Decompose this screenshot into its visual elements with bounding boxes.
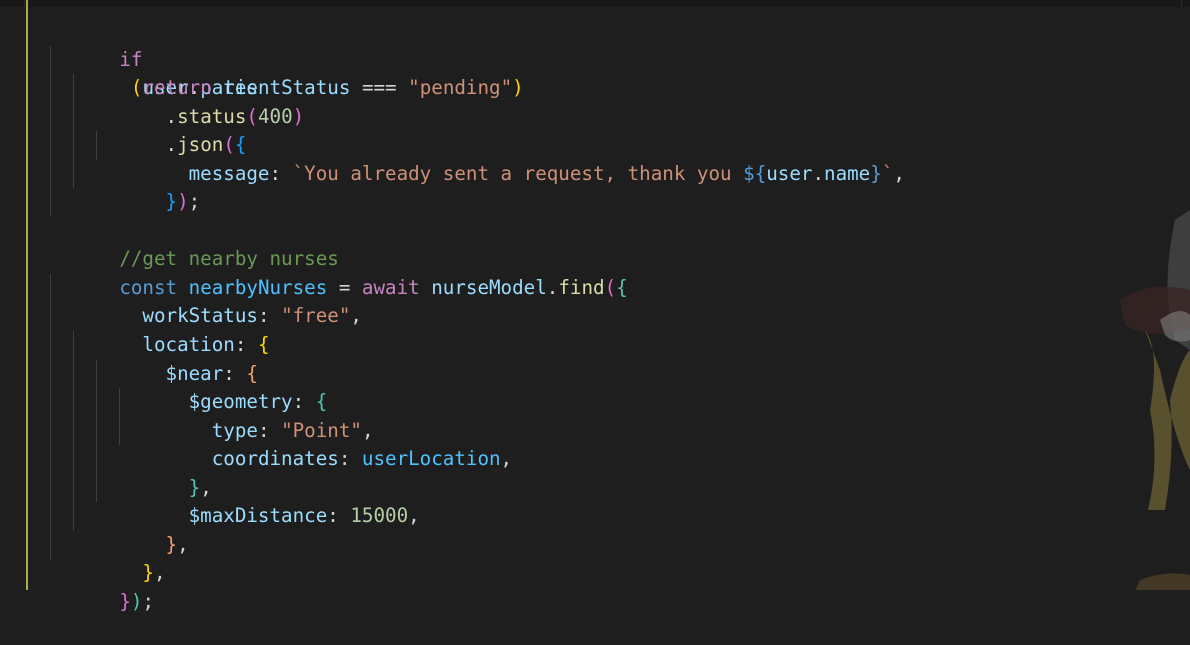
code-line[interactable]: .status(400) xyxy=(50,74,905,128)
code-line[interactable]: }); xyxy=(50,559,905,613)
code-line[interactable]: //get nearby nurses xyxy=(50,217,905,270)
code-area[interactable]: if (user.patientStatus === "pending") re… xyxy=(50,17,905,613)
code-line[interactable]: const nearbyNurses = await nurseModel.fi… xyxy=(50,245,905,299)
code-line[interactable]: }, xyxy=(50,445,905,499)
code-line[interactable]: workStatus: "free", xyxy=(50,273,905,327)
code-editor[interactable]: if (user.patientStatus === "pending") re… xyxy=(0,0,1190,613)
code-line[interactable]: $maxDistance: 15000, xyxy=(50,473,905,527)
code-line[interactable]: message: `You already sent a request, th… xyxy=(50,131,905,185)
code-line[interactable]: if (user.patientStatus === "pending") xyxy=(50,17,905,100)
git-change-gutter-marker xyxy=(26,0,28,590)
code-line[interactable]: }, xyxy=(50,530,905,584)
code-line[interactable]: .json({ xyxy=(50,102,905,156)
code-line[interactable]: coordinates: userLocation, xyxy=(50,416,905,470)
code-line[interactable]: location: { xyxy=(50,302,905,356)
editor-top-edge xyxy=(0,0,1190,7)
background-wallpaper-character xyxy=(1120,210,1190,590)
code-line[interactable] xyxy=(50,188,905,217)
code-line[interactable]: $geometry: { xyxy=(50,359,905,413)
code-line[interactable]: return res xyxy=(50,45,905,99)
code-line[interactable]: }, xyxy=(50,502,905,556)
code-line[interactable]: $near: { xyxy=(50,331,905,385)
code-line[interactable]: type: "Point", xyxy=(50,388,905,442)
code-line[interactable]: }); xyxy=(50,159,905,213)
